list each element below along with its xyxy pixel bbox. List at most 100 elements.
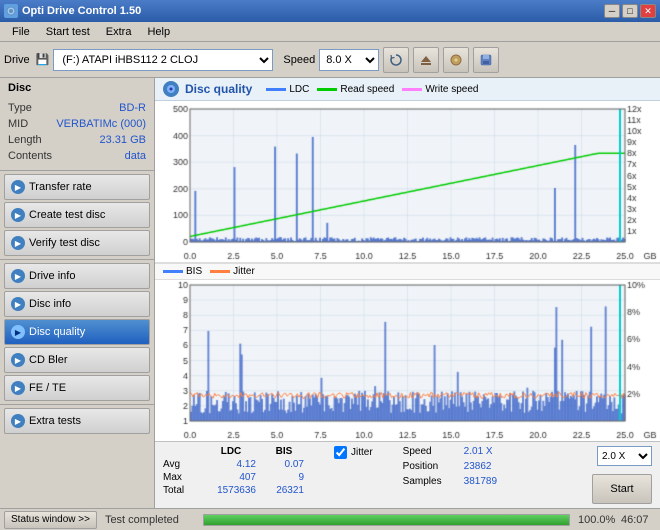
sidebar: Disc Type BD-R MID VERBATIMc (000) Lengt… bbox=[0, 78, 155, 508]
length-label: Length bbox=[8, 132, 42, 148]
jitter-checkbox[interactable] bbox=[334, 446, 347, 459]
jitter-legend: Jitter bbox=[210, 266, 255, 277]
menu-bar: File Start test Extra Help bbox=[0, 22, 660, 42]
menu-help[interactable]: Help bbox=[139, 24, 178, 40]
chart-header: Disc quality LDC Read speed Write speed bbox=[155, 78, 660, 101]
stats-bar: LDC BIS Avg 4.12 0.07 Max 407 9 Total bbox=[155, 441, 660, 508]
create-test-disc-label: Create test disc bbox=[29, 209, 105, 221]
start-section: 2.0 X Start bbox=[592, 446, 652, 504]
jitter-color bbox=[210, 270, 230, 273]
position-row: Position 23862 bbox=[403, 461, 509, 472]
ldc-canvas bbox=[155, 101, 660, 262]
status-text: Test completed bbox=[105, 514, 195, 526]
time-text: 46:07 bbox=[621, 514, 656, 526]
avg-bis-value: 0.07 bbox=[264, 459, 304, 470]
avg-ldc-value: 4.12 bbox=[206, 459, 256, 470]
transfer-rate-icon: ▶ bbox=[11, 180, 25, 194]
spacer bbox=[163, 446, 198, 457]
ldc-bis-stats: LDC BIS Avg 4.12 0.07 Max 407 9 Total bbox=[163, 446, 304, 496]
sidebar-btn-drive-info[interactable]: ▶ Drive info bbox=[4, 263, 150, 289]
close-button[interactable]: ✕ bbox=[640, 4, 656, 18]
menu-start-test[interactable]: Start test bbox=[38, 24, 98, 40]
total-label: Total bbox=[163, 485, 198, 496]
eject-button[interactable] bbox=[413, 47, 439, 73]
charts-container: BIS Jitter LDC BIS bbox=[155, 101, 660, 508]
status-bar: Status window >> Test completed 100.0% 4… bbox=[0, 508, 660, 530]
contents-label: Contents bbox=[8, 148, 52, 164]
transfer-rate-label: Transfer rate bbox=[29, 181, 92, 193]
extra-tests-icon: ▶ bbox=[11, 414, 25, 428]
disc-button[interactable] bbox=[443, 47, 469, 73]
sidebar-btn-disc-info[interactable]: ▶ Disc info bbox=[4, 291, 150, 317]
drive-info-icon: ▶ bbox=[11, 269, 25, 283]
jitter-section: Jitter bbox=[334, 446, 373, 459]
refresh-button[interactable] bbox=[383, 47, 409, 73]
maximize-button[interactable]: □ bbox=[622, 4, 638, 18]
status-window-button[interactable]: Status window >> bbox=[4, 511, 97, 529]
extra-tests-label: Extra tests bbox=[29, 415, 81, 427]
cd-bler-icon: ▶ bbox=[11, 353, 25, 367]
type-value: BD-R bbox=[119, 100, 146, 116]
sidebar-btn-extra-tests[interactable]: ▶ Extra tests bbox=[4, 408, 150, 434]
ldc-chart-area bbox=[155, 101, 660, 263]
sidebar-btn-verify-test-disc[interactable]: ▶ Verify test disc bbox=[4, 230, 150, 256]
position-label: Position bbox=[403, 461, 458, 472]
max-label: Max bbox=[163, 472, 198, 483]
menu-file[interactable]: File bbox=[4, 24, 38, 40]
bis-legend-label: BIS bbox=[186, 266, 202, 277]
legend-ldc: LDC bbox=[266, 84, 309, 95]
ldc-color bbox=[266, 88, 286, 91]
speed-position-stats: Speed 2.01 X Position 23862 Samples 3817… bbox=[403, 446, 509, 487]
avg-row: Avg 4.12 0.07 bbox=[163, 459, 304, 470]
progress-bar-container bbox=[203, 514, 570, 526]
disc-info-icon: ▶ bbox=[11, 297, 25, 311]
total-ldc-value: 1573636 bbox=[206, 485, 256, 496]
jitter-legend-label: Jitter bbox=[233, 266, 255, 277]
jitter-checkbox-label: Jitter bbox=[351, 447, 373, 458]
toolbar: Drive 💾 (F:) ATAPI iHBS112 2 CLOJ Speed … bbox=[0, 42, 660, 78]
write-legend-label: Write speed bbox=[425, 84, 478, 95]
drive-info-label: Drive info bbox=[29, 270, 75, 282]
jitter-checkbox-row[interactable]: Jitter bbox=[334, 446, 373, 459]
chart-title: Disc quality bbox=[185, 82, 252, 96]
speed-label: Speed bbox=[283, 54, 315, 66]
contents-value: data bbox=[125, 148, 146, 164]
stats-headers: LDC BIS bbox=[163, 446, 304, 457]
speed-select[interactable]: 8.0 X bbox=[319, 49, 379, 71]
menu-extra[interactable]: Extra bbox=[98, 24, 140, 40]
avg-label: Avg bbox=[163, 459, 198, 470]
max-bis-value: 9 bbox=[264, 472, 304, 483]
legend-write: Write speed bbox=[402, 84, 478, 95]
start-button[interactable]: Start bbox=[592, 474, 652, 504]
total-row: Total 1573636 26321 bbox=[163, 485, 304, 496]
cd-bler-label: CD Bler bbox=[29, 354, 68, 366]
verify-test-disc-icon: ▶ bbox=[11, 236, 25, 250]
bis-color bbox=[163, 270, 183, 273]
verify-test-disc-label: Verify test disc bbox=[29, 237, 100, 249]
ldc-header: LDC bbox=[206, 446, 256, 457]
progress-text: 100.0% bbox=[578, 514, 613, 526]
max-ldc-value: 407 bbox=[206, 472, 256, 483]
bis-header: BIS bbox=[264, 446, 304, 457]
drive-select[interactable]: (F:) ATAPI iHBS112 2 CLOJ bbox=[53, 49, 273, 71]
legend-read: Read speed bbox=[317, 84, 394, 95]
title-bar: Opti Drive Control 1.50 ─ □ ✕ bbox=[0, 0, 660, 22]
sidebar-btn-fe-te[interactable]: ▶ FE / TE bbox=[4, 375, 150, 401]
sidebar-btn-create-test-disc[interactable]: ▶ Create test disc bbox=[4, 202, 150, 228]
bis-canvas bbox=[155, 280, 660, 441]
read-color bbox=[317, 88, 337, 91]
minimize-button[interactable]: ─ bbox=[604, 4, 620, 18]
sidebar-btn-transfer-rate[interactable]: ▶ Transfer rate bbox=[4, 174, 150, 200]
bis-chart-area bbox=[155, 280, 660, 441]
total-bis-value: 26321 bbox=[264, 485, 304, 496]
max-row: Max 407 9 bbox=[163, 472, 304, 483]
speed-row: Speed 2.01 X bbox=[403, 446, 509, 457]
read-legend-label: Read speed bbox=[340, 84, 394, 95]
test-speed-dropdown[interactable]: 2.0 X bbox=[597, 446, 652, 466]
type-label: Type bbox=[8, 100, 32, 116]
sidebar-btn-cd-bler[interactable]: ▶ CD Bler bbox=[4, 347, 150, 373]
save-button[interactable] bbox=[473, 47, 499, 73]
sidebar-btn-disc-quality[interactable]: ▶ Disc quality bbox=[4, 319, 150, 345]
disc-quality-header-icon bbox=[163, 81, 179, 97]
disc-quality-icon: ▶ bbox=[11, 325, 25, 339]
